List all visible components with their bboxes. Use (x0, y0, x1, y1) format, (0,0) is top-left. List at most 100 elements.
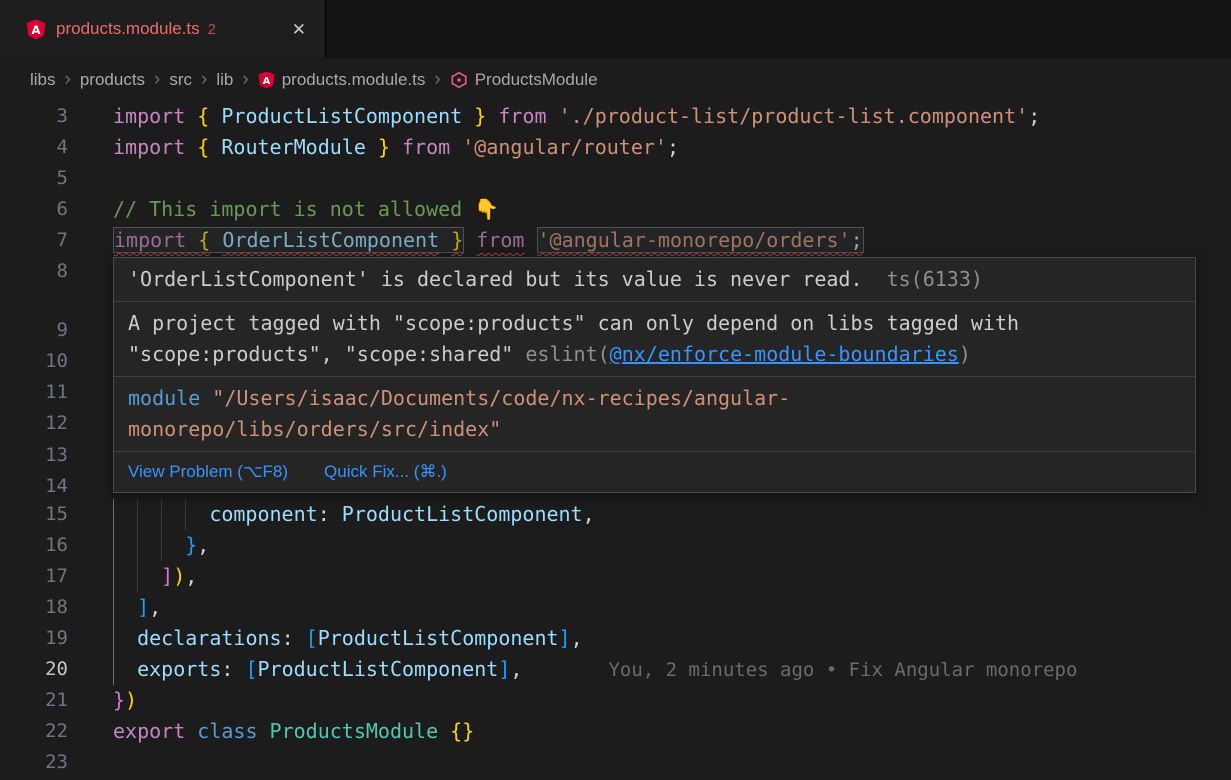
code-line-16[interactable]: 16 }, (0, 530, 1231, 561)
code-text: declarations: [ProductListComponent], (113, 623, 583, 654)
breadcrumb-item-lib[interactable]: lib (216, 70, 233, 90)
breadcrumb-item-src[interactable]: src (169, 70, 192, 90)
code-token: } (113, 688, 125, 712)
hover-text: ) (959, 342, 971, 366)
code-token: , (571, 626, 583, 650)
hover-text: monorepo/libs/orders/src/index" (128, 417, 501, 441)
code-token: '@angular/router' (462, 135, 667, 159)
breadcrumb-item-symbol[interactable]: ProductsModule (450, 70, 598, 90)
hover-line: 'OrderListComponent' is declared but its… (128, 264, 1181, 295)
code-token: RouterModule (221, 135, 366, 159)
code-token (450, 135, 462, 159)
code-line-15[interactable]: 15 component: ProductListComponent, (0, 499, 1231, 530)
code-token: : (282, 626, 306, 650)
line-number: 16 (0, 530, 68, 561)
code-token: from (402, 135, 450, 159)
code-token (462, 104, 474, 128)
code-line-19[interactable]: 19 declarations: [ProductListComponent], (0, 623, 1231, 654)
code-line-22[interactable]: 22export class ProductsModule {} (0, 716, 1231, 747)
code-token: , (149, 595, 161, 619)
code-token: declarations (137, 626, 282, 650)
hover-text: module (128, 386, 200, 410)
code-token: } (474, 104, 486, 128)
line-number: 22 (0, 716, 68, 747)
code-text: // This import is not allowed 👇 (113, 194, 499, 225)
angular-icon: A (26, 19, 46, 40)
quick-fix-action[interactable]: Quick Fix... (⌘.) (324, 459, 447, 485)
breadcrumb-item-libs[interactable]: libs (30, 70, 56, 90)
svg-text:A: A (31, 23, 40, 37)
code-token: ; (667, 135, 679, 159)
code-token: exports (137, 657, 221, 681)
code-token: './product-list/product-list.component' (559, 104, 1029, 128)
code-token: { (197, 104, 209, 128)
hover-section-3: module "/Users/isaac/Documents/code/nx-r… (114, 377, 1195, 452)
view-problem-action[interactable]: View Problem (⌥F8) (128, 459, 288, 485)
hover-line: monorepo/libs/orders/src/index" (128, 414, 1181, 445)
code-token: ] (498, 657, 510, 681)
code-token: import (113, 227, 198, 253)
hover-text: A project tagged with "scope:products" c… (128, 311, 1019, 335)
code-line-3[interactable]: 3import { ProductListComponent } from '.… (0, 101, 1231, 132)
code-token: component (209, 502, 317, 526)
hover-text: "/Users/isaac/Documents/code/nx-recipes/… (200, 386, 790, 410)
code-token: , (510, 657, 522, 681)
code-line-20[interactable]: 20 exports: [ProductListComponent],You, … (0, 654, 1231, 685)
git-blame-annotation: You, 2 minutes ago • Fix Angular monorep… (608, 659, 1077, 681)
code-token: : (221, 657, 245, 681)
breadcrumb-item-products[interactable]: products (80, 70, 145, 90)
line-number: 9 (0, 315, 68, 346)
line-number: 19 (0, 623, 68, 654)
code-line-21[interactable]: 21}) (0, 685, 1231, 716)
hover-text: eslint( (525, 342, 609, 366)
tab-products-module[interactable]: A products.module.ts 2 ✕ (0, 0, 326, 58)
tab-title: products.module.ts (56, 19, 200, 39)
code-token (113, 623, 137, 654)
code-token: ] (137, 595, 149, 619)
line-number: 18 (0, 592, 68, 623)
code-line-5[interactable]: 5 (0, 163, 1231, 194)
hover-line: A project tagged with "scope:products" c… (128, 308, 1181, 339)
code-token: [ (306, 626, 318, 650)
line-number: 17 (0, 561, 68, 592)
breadcrumb-symbol-label: ProductsModule (475, 70, 598, 90)
code-token (113, 561, 137, 592)
code-token: // This import is not allowed 👇 (113, 197, 499, 221)
code-token: ProductListComponent (318, 626, 559, 650)
chevron-right-icon: › (65, 70, 71, 89)
close-icon[interactable]: ✕ (289, 18, 309, 41)
code-token: class (197, 719, 269, 743)
code-token: ) (125, 688, 137, 712)
hover-text: 'OrderListComponent' is declared but its… (128, 267, 863, 291)
code-token: ; (851, 227, 864, 253)
code-token: } (378, 135, 390, 159)
code-token: ProductsModule (270, 719, 451, 743)
chevron-right-icon: › (201, 70, 207, 89)
code-line-23[interactable]: 23 (0, 747, 1231, 778)
code-text: ]), (113, 561, 197, 592)
code-line-6[interactable]: 6 // This import is not allowed 👇 (0, 194, 1231, 225)
code-token: ] (559, 626, 571, 650)
line-number: 8 (0, 256, 68, 287)
code-token (547, 104, 559, 128)
chevron-right-icon: › (434, 70, 440, 89)
code-line-17[interactable]: 17 ]), (0, 561, 1231, 592)
breadcrumb-item-file[interactable]: A products.module.ts (258, 70, 426, 90)
editor[interactable]: 3import { ProductListComponent } from '.… (0, 101, 1231, 778)
code-line-18[interactable]: 18 ], (0, 592, 1231, 623)
hover-actions: View Problem (⌥F8) Quick Fix... (⌘.) (114, 452, 1195, 492)
line-number: 20 (0, 654, 68, 685)
code-token (113, 499, 137, 530)
line-number: 5 (0, 163, 68, 194)
code-token (390, 135, 402, 159)
code-token: ) (173, 564, 185, 588)
code-token: OrderListComponent (222, 227, 439, 253)
line-number: 6 (0, 194, 68, 225)
code-token: {} (450, 719, 474, 743)
code-line-7[interactable]: 7import { OrderListComponent } from '@an… (0, 225, 1231, 256)
line-number: 14 (0, 471, 68, 502)
code-text: import { ProductListComponent } from './… (113, 101, 1040, 132)
code-text: }) (113, 685, 137, 716)
eslint-rule-link[interactable]: @nx/enforce-module-boundaries (610, 342, 959, 366)
code-line-4[interactable]: 4import { RouterModule } from '@angular/… (0, 132, 1231, 163)
